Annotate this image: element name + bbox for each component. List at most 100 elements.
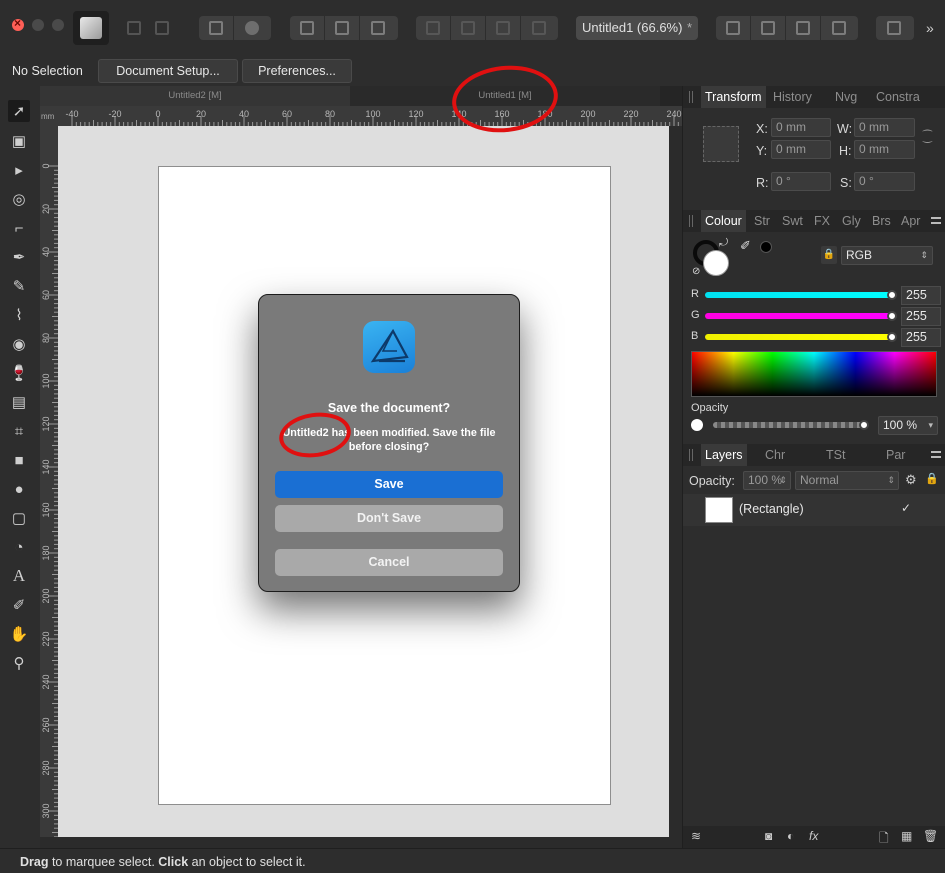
layer-name[interactable]: (Rectangle): [739, 502, 804, 516]
mask-icon[interactable]: ◙: [765, 829, 772, 843]
rectangle-tool-icon[interactable]: ■: [8, 449, 30, 471]
minimize-window-button[interactable]: [32, 19, 44, 31]
opacity-slider-knob[interactable]: [859, 420, 869, 430]
layer-opacity-field[interactable]: 100 % ⇕: [743, 471, 791, 490]
h-field[interactable]: 0 mm: [854, 140, 915, 159]
blend-mode-select[interactable]: Normal ⇕: [795, 471, 899, 490]
vertical-scrollbar[interactable]: [669, 126, 682, 837]
transparency-tool-icon[interactable]: 🍷: [8, 362, 30, 384]
share-button[interactable]: [199, 16, 234, 40]
horizontal-scrollbar[interactable]: [40, 837, 682, 848]
tab-brushes[interactable]: Brs: [872, 210, 891, 232]
swap-colours-icon[interactable]: ⤾: [719, 237, 728, 250]
add-page-icon[interactable]: 🗋: [879, 829, 889, 850]
opacity-slider[interactable]: [713, 422, 863, 428]
zoom-tool-icon[interactable]: ⚲: [8, 652, 30, 674]
red-slider[interactable]: [705, 292, 895, 298]
shear-field[interactable]: 0 °: [854, 172, 915, 191]
colour-mode-select[interactable]: RGB ⇕: [841, 246, 933, 265]
place-image-tool-icon[interactable]: ▤: [8, 391, 30, 413]
green-value-field[interactable]: 255: [901, 307, 941, 326]
green-slider[interactable]: [705, 313, 895, 319]
layer-visibility-checkbox[interactable]: ✓: [901, 501, 911, 515]
tab-navigator[interactable]: Nvg: [835, 86, 857, 108]
eyedropper-icon[interactable]: ✐: [740, 238, 751, 254]
tab-character[interactable]: Chr: [765, 444, 785, 466]
vector-brush-tool-icon[interactable]: ⌇: [8, 304, 30, 326]
blue-slider[interactable]: [705, 334, 895, 340]
export-persona-button[interactable]: [148, 16, 176, 40]
flip-vertical-button[interactable]: [751, 16, 786, 40]
view-mode-button[interactable]: [876, 16, 911, 40]
preferences-button[interactable]: Preferences...: [242, 59, 352, 83]
corner-tool-icon[interactable]: ⌐: [8, 217, 30, 239]
lock-icon[interactable]: 🔒: [821, 246, 837, 264]
artboard-tool-icon[interactable]: ▣: [8, 130, 30, 152]
tab-glyphs[interactable]: Gly: [842, 210, 861, 232]
move-tool-icon[interactable]: ➚: [8, 100, 30, 122]
assistant-button[interactable]: [234, 16, 269, 40]
move-to-front-button[interactable]: [521, 16, 556, 40]
tab-transform[interactable]: Transform: [701, 86, 766, 108]
green-slider-knob[interactable]: [887, 311, 897, 321]
maximize-window-button[interactable]: [52, 19, 64, 31]
pen-tool-icon[interactable]: ✒: [8, 246, 30, 268]
opacity-field[interactable]: 100 % ▾: [878, 416, 938, 435]
dont-save-button[interactable]: Don't Save: [275, 505, 503, 532]
group-icon[interactable]: ▦: [901, 829, 912, 843]
node-tool-icon[interactable]: ▸: [8, 159, 30, 181]
panel-menu-icon[interactable]: [931, 217, 941, 224]
tab-stroke[interactable]: Str: [754, 210, 770, 232]
tab-constraints[interactable]: Constra: [876, 86, 920, 108]
trash-icon[interactable]: 🗑: [923, 829, 938, 843]
y-field[interactable]: 0 mm: [771, 140, 831, 159]
horizontal-ruler[interactable]: -40 -20 0 20 40 60 80 100 120 140 160 180 200 220 240: [58, 106, 682, 126]
no-fill-icon[interactable]: ⊘: [692, 266, 700, 277]
tab-layers[interactable]: Layers: [701, 444, 747, 466]
tab-text-styles[interactable]: TSt: [826, 444, 845, 466]
blue-slider-knob[interactable]: [887, 332, 897, 342]
rotation-field[interactable]: 0 °: [771, 172, 831, 191]
move-forward-one-button[interactable]: [486, 16, 521, 40]
text-tool-icon[interactable]: A: [8, 565, 30, 587]
colour-spectrum[interactable]: [691, 351, 937, 397]
flip-horizontal-button[interactable]: [716, 16, 751, 40]
anchor-point-selector[interactable]: [703, 126, 739, 162]
ellipse-tool-icon[interactable]: ●: [8, 478, 30, 500]
layers-stack-icon[interactable]: ≋: [691, 829, 701, 843]
document-title[interactable]: Untitled1 (66.6%) *: [576, 16, 698, 40]
color-picker-tool-icon[interactable]: ✐: [8, 594, 30, 616]
pixel-persona-button[interactable]: [120, 16, 148, 40]
panel-menu-icon[interactable]: [931, 451, 941, 458]
snap-options-button[interactable]: [360, 16, 395, 40]
save-button[interactable]: Save: [275, 471, 503, 498]
rounded-rectangle-tool-icon[interactable]: ▢: [8, 507, 30, 529]
tab-effects[interactable]: FX: [814, 210, 830, 232]
picked-colour-swatch[interactable]: [760, 241, 772, 253]
fill-colour-well[interactable]: [703, 250, 729, 276]
pie-tool-icon[interactable]: ◔: [8, 536, 30, 558]
tab-swatches[interactable]: Swt: [782, 210, 803, 232]
rotate-left-button[interactable]: [786, 16, 821, 40]
tab-paragraph[interactable]: Par: [886, 444, 905, 466]
x-field[interactable]: 0 mm: [771, 118, 831, 137]
move-to-back-button[interactable]: [416, 16, 451, 40]
panel-grip-icon[interactable]: [689, 449, 693, 461]
contour-tool-icon[interactable]: ◎: [8, 188, 30, 210]
tab-untitled2[interactable]: Untitled2 [M]: [40, 86, 350, 106]
hand-tool-icon[interactable]: ✋: [8, 623, 30, 645]
move-back-one-button[interactable]: [451, 16, 486, 40]
red-slider-knob[interactable]: [887, 290, 897, 300]
tab-history[interactable]: History: [773, 86, 812, 108]
pencil-tool-icon[interactable]: ✎: [8, 275, 30, 297]
panel-grip-icon[interactable]: [689, 215, 693, 227]
crop-tool-icon[interactable]: ⌗: [8, 420, 30, 442]
close-window-button[interactable]: [12, 16, 24, 31]
link-dimensions-icon[interactable]: ⁐: [923, 130, 932, 143]
persona-designer-button[interactable]: [73, 11, 109, 45]
fx-icon[interactable]: fx: [809, 829, 818, 843]
layer-settings-gear-icon[interactable]: ⚙: [905, 472, 917, 488]
vertical-ruler[interactable]: 0 20 40 60 80 100 120 140 160 180 200 220 240 260 280 3…: [40, 126, 58, 837]
toolbar-overflow-icon[interactable]: »: [926, 20, 934, 36]
w-field[interactable]: 0 mm: [854, 118, 915, 137]
